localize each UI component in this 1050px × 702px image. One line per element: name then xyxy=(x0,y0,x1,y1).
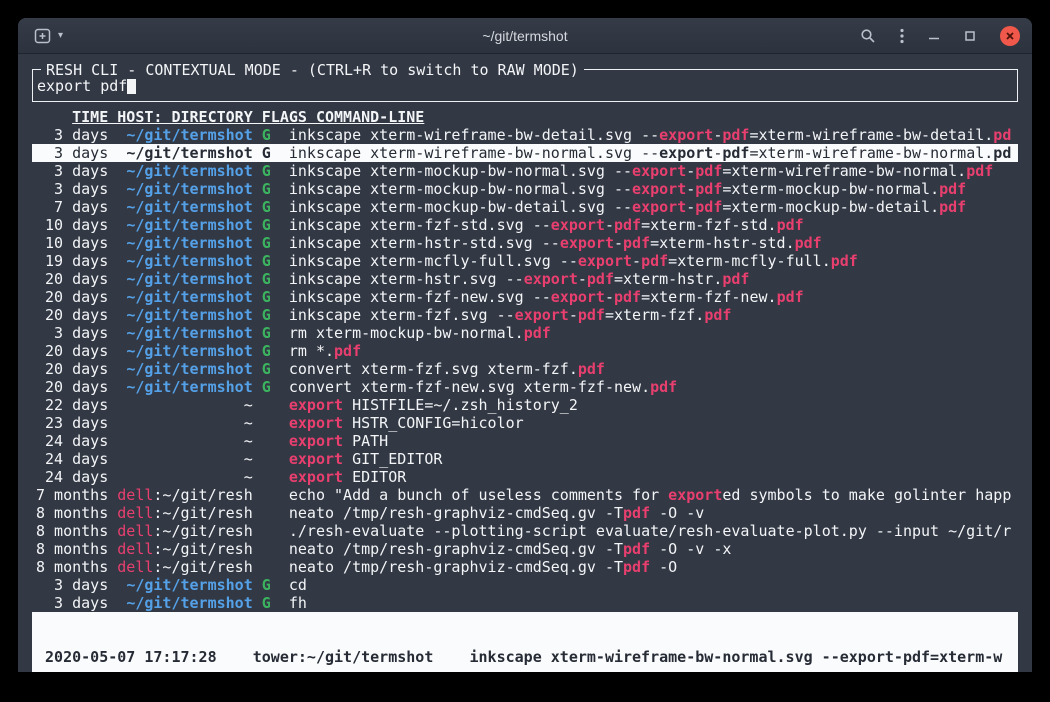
tab-dropdown-button[interactable]: ▾ xyxy=(58,31,63,41)
history-row[interactable]: 20 days ~/git/termshot G inkscape xterm-… xyxy=(32,306,1018,324)
search-query-text: export pdf xyxy=(37,77,127,95)
minimize-icon xyxy=(928,30,940,42)
history-row[interactable]: 7 days ~/git/termshot G inkscape xterm-m… xyxy=(32,198,1018,216)
history-row[interactable]: 8 months dell:~/git/resh neato /tmp/resh… xyxy=(32,540,1018,558)
history-row[interactable]: 8 months dell:~/git/resh neato /tmp/resh… xyxy=(32,558,1018,576)
history-row[interactable]: 20 days ~/git/termshot G convert xterm-f… xyxy=(32,378,1018,396)
resh-mode-title: RESH CLI - CONTEXTUAL MODE - (CTRL+R to … xyxy=(41,61,584,79)
header-pad xyxy=(36,108,72,126)
history-row[interactable]: 3 days ~/git/termshot G rm xterm-mockup-… xyxy=(32,324,1018,342)
history-row[interactable]: 24 days ~ export EDITOR xyxy=(32,468,1018,486)
close-icon xyxy=(1005,31,1015,41)
history-row[interactable]: 19 days ~/git/termshot G inkscape xterm-… xyxy=(32,252,1018,270)
history-row[interactable]: 3 days ~/git/termshot G cd xyxy=(32,576,1018,594)
terminal: RESH CLI - CONTEXTUAL MODE - (CTRL+R to … xyxy=(18,55,1032,672)
history-row[interactable]: 24 days ~ export PATH xyxy=(32,432,1018,450)
history-row[interactable]: 10 days ~/git/termshot G inkscape xterm-… xyxy=(32,234,1018,252)
header-text: TIME HOST: DIRECTORY FLAGS COMMAND-LINE xyxy=(72,108,424,126)
search-button[interactable] xyxy=(860,28,876,44)
restore-icon xyxy=(964,30,976,42)
chevron-down-icon: ▾ xyxy=(58,31,63,41)
search-input[interactable]: export pdf xyxy=(37,77,1013,95)
restore-button[interactable] xyxy=(964,30,976,42)
minimize-button[interactable] xyxy=(928,30,940,42)
history-row[interactable]: 20 days ~/git/termshot G inkscape xterm-… xyxy=(32,270,1018,288)
history-row[interactable]: 20 days ~/git/termshot G convert xterm-f… xyxy=(32,360,1018,378)
kebab-menu-icon xyxy=(900,28,904,44)
new-tab-icon xyxy=(34,28,51,44)
history-row[interactable]: 20 days ~/git/termshot G inkscape xterm-… xyxy=(32,288,1018,306)
history-row[interactable]: 3 days ~/git/termshot G fh xyxy=(32,594,1018,612)
table-header: TIME HOST: DIRECTORY FLAGS COMMAND-LINE xyxy=(32,108,1018,126)
history-row[interactable]: 7 months dell:~/git/resh echo "Add a bun… xyxy=(32,486,1018,504)
titlebar[interactable]: ~/git/termshot ▾ xyxy=(18,18,1032,54)
status-line-1: 2020-05-07 17:17:28 tower:~/git/termshot… xyxy=(36,648,1014,666)
close-button[interactable] xyxy=(1000,26,1020,46)
resh-search-box: RESH CLI - CONTEXTUAL MODE - (CTRL+R to … xyxy=(32,69,1018,102)
history-row[interactable]: 3 days ~/git/termshot G inkscape xterm-w… xyxy=(32,144,1018,162)
history-row[interactable]: 8 months dell:~/git/resh neato /tmp/resh… xyxy=(32,504,1018,522)
history-row[interactable]: 10 days ~/git/termshot G inkscape xterm-… xyxy=(32,216,1018,234)
history-row[interactable]: 23 days ~ export HSTR_CONFIG=hicolor xyxy=(32,414,1018,432)
history-row[interactable]: 8 months dell:~/git/resh ./resh-evaluate… xyxy=(32,522,1018,540)
status-bar: 2020-05-07 17:17:28 tower:~/git/termshot… xyxy=(32,612,1018,672)
text-cursor xyxy=(127,78,136,94)
menu-button[interactable] xyxy=(900,28,904,44)
history-row[interactable]: 3 days ~/git/termshot G inkscape xterm-w… xyxy=(32,126,1018,144)
new-tab-button[interactable] xyxy=(34,28,51,44)
history-row[interactable]: 3 days ~/git/termshot G inkscape xterm-m… xyxy=(32,180,1018,198)
history-row[interactable]: 20 days ~/git/termshot G rm *.pdf xyxy=(32,342,1018,360)
history-list: 3 days ~/git/termshot G inkscape xterm-w… xyxy=(32,126,1018,612)
history-row[interactable]: 24 days ~ export GIT_EDITOR xyxy=(32,450,1018,468)
history-row[interactable]: 22 days ~ export HISTFILE=~/.zsh_history… xyxy=(32,396,1018,414)
terminal-window: ~/git/termshot ▾ xyxy=(18,18,1032,672)
history-row[interactable]: 3 days ~/git/termshot G inkscape xterm-m… xyxy=(32,162,1018,180)
search-icon xyxy=(860,28,876,44)
